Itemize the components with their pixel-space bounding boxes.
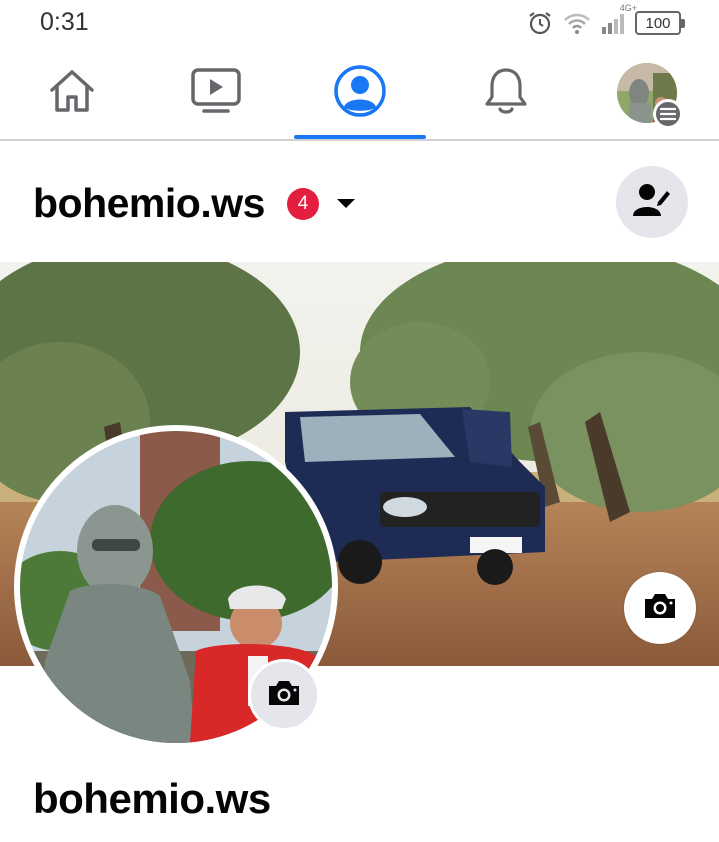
signal-icon xyxy=(601,11,625,35)
nav-tab-watch[interactable] xyxy=(150,48,282,139)
video-icon xyxy=(190,67,242,120)
bell-icon xyxy=(483,66,529,121)
battery-icon: 100 xyxy=(635,11,685,35)
camera-icon xyxy=(642,591,678,626)
nav-tab-menu[interactable] xyxy=(582,48,714,139)
notification-count-badge: 4 xyxy=(287,188,319,220)
user-edit-icon xyxy=(632,182,672,223)
wifi-icon xyxy=(563,11,591,35)
alarm-icon xyxy=(527,10,553,36)
profile-icon xyxy=(333,64,387,123)
menu-icon xyxy=(653,98,683,129)
status-icons: 100 xyxy=(527,8,685,38)
edit-profile-button[interactable] xyxy=(616,166,688,238)
camera-icon xyxy=(266,678,302,713)
battery-level: 100 xyxy=(645,14,671,32)
nav-tab-home[interactable] xyxy=(6,48,138,139)
home-icon xyxy=(47,66,97,121)
status-bar: 0:31 4G+ 100 xyxy=(0,0,719,48)
profile-header: bohemio.ws 4 xyxy=(0,141,719,262)
status-time: 0:31 xyxy=(40,8,89,36)
profile-display-name: bohemio.ws xyxy=(33,775,271,822)
edit-profile-picture-button[interactable] xyxy=(248,659,320,731)
nav-tab-profile[interactable] xyxy=(294,48,426,139)
chevron-down-icon[interactable] xyxy=(336,197,356,215)
top-nav-bar xyxy=(0,48,719,141)
nav-tab-notifications[interactable] xyxy=(440,48,572,139)
account-switcher-name[interactable]: bohemio.ws xyxy=(33,180,265,227)
edit-cover-photo-button[interactable] xyxy=(624,572,696,644)
